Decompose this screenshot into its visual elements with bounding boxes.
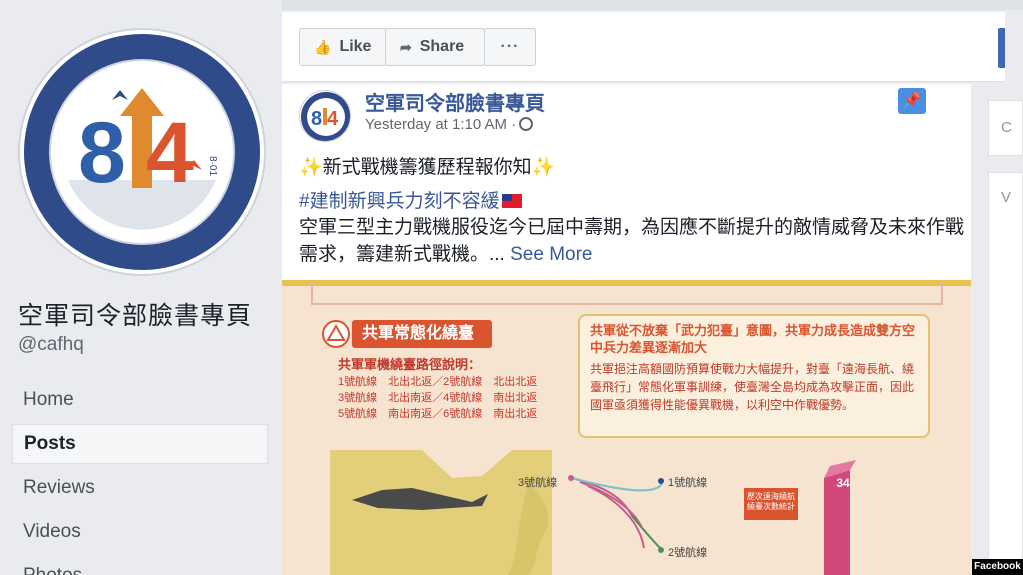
infographic-callout-box: 共軍從不放棄「武力犯臺」意圖，共軍力成長造成雙方空中兵力差異逐漸加大 共軍挹注高…	[578, 314, 930, 438]
globe-icon	[519, 117, 534, 131]
post-hashtag-line: #建制新興兵力刻不容緩	[299, 186, 522, 213]
route-label-3: 3號航線	[518, 477, 558, 489]
post-headline: ✨新式戰機籌獲歷程報你知✨	[299, 152, 555, 179]
svg-text:8: 8	[78, 105, 126, 201]
sparkles-icon: ✨	[299, 157, 323, 178]
facebook-watermark: Facebook	[972, 559, 1023, 575]
infographic-bar-value: 34	[836, 476, 850, 490]
route-row: 1號航線 北出北返／2號航線 北出北返	[338, 376, 538, 388]
see-more-link[interactable]: See More	[510, 244, 592, 265]
post-author-name[interactable]: 空軍司令部臉書專頁	[365, 87, 545, 116]
like-button[interactable]: 👍 Like	[299, 28, 387, 66]
route-label-2: 2號航線	[668, 547, 708, 559]
page-handle[interactable]: @cafhq	[18, 334, 84, 356]
air-force-814-logo-small: 8 4	[301, 92, 350, 141]
right-card-1-letter: C	[1001, 119, 1012, 136]
page-action-bar: 👍 Like ➦ Share ···	[282, 12, 1005, 82]
callout-text: 共軍挹注高額國防預算使戰力大幅提升，對臺「遠海長航、繞臺飛行」常態化軍事訓練，使…	[590, 362, 915, 412]
right-card-1: C	[988, 100, 1023, 156]
air-force-814-logo: 8 4 8·01	[24, 34, 260, 270]
nav-posts[interactable]: Posts	[12, 424, 268, 464]
infographic-route-list: 1號航線 北出北返／2號航線 北出北返 3號航線 北出南返／4號航線 南出北返 …	[338, 374, 558, 422]
nav-reviews[interactable]: Reviews	[12, 466, 268, 510]
post-timestamp[interactable]: Yesterday at 1:10 AM ·	[365, 116, 534, 133]
infographic-bar-caption: 歷次遠海繞航繞臺次數統計	[744, 488, 798, 520]
svg-text:8·01: 8·01	[207, 156, 218, 176]
post-time-text: Yesterday at 1:10 AM ·	[365, 116, 517, 133]
post-hashtag[interactable]: #建制新興兵力刻不容緩	[299, 191, 500, 212]
infographic-subtitle: 共軍軍機繞臺路徑說明：	[338, 357, 482, 372]
route-row: 3號航線 北出南返／4號航線 南出北返	[338, 392, 538, 404]
post-body: 空軍三型主力戰機服役迄今已屆中壽期，為因應不斷提升的敵情威脅及未來作戰需求，籌建…	[299, 214, 964, 268]
like-label: Like	[339, 38, 372, 55]
svg-text:4: 4	[327, 108, 339, 130]
page-name[interactable]: 空軍司令部臉書專頁	[18, 296, 252, 332]
route-label-1: 1號航線	[668, 477, 708, 489]
post-headline-text: 新式戰機籌獲歷程報你知	[322, 157, 532, 178]
page-profile-picture[interactable]: 8 4 8·01	[18, 28, 266, 276]
post-body-text: 空軍三型主力戰機服役迄今已屆中壽期，為因應不斷提升的敵情威脅及未來作戰需求，籌建…	[299, 217, 965, 265]
sparkles-icon: ✨	[531, 157, 556, 178]
post-author-avatar[interactable]: 8 4	[299, 90, 351, 142]
nav-home[interactable]: Home	[12, 378, 268, 422]
route-row: 5號航線 南出南返／6號航線 南出北返	[338, 408, 538, 420]
page-nav: Home Posts Reviews Videos Photos	[12, 378, 268, 575]
post-infographic-image[interactable]: 共軍常態化繞臺 共軍軍機繞臺路徑說明： 1號航線 北出北返／2號航線 北出北返 …	[282, 280, 971, 575]
right-card-2: V	[988, 172, 1023, 572]
right-column: C V	[988, 100, 1023, 575]
thumbs-up-icon: 👍	[314, 38, 332, 55]
nav-photos[interactable]: Photos	[12, 554, 268, 575]
pin-icon[interactable]: 📌	[898, 88, 926, 114]
nav-videos[interactable]: Videos	[12, 510, 268, 554]
warning-icon	[322, 320, 350, 348]
share-label: Share	[419, 38, 465, 55]
more-options-button[interactable]: ···	[484, 28, 536, 66]
share-arrow-icon: ➦	[400, 38, 412, 55]
infographic-title: 共軍常態化繞臺	[352, 320, 493, 348]
callout-heading: 共軍從不放棄「武力犯臺」意圖，共軍力成長造成雙方空中兵力差異逐漸加大	[590, 323, 916, 355]
pinned-post: 8 4 空軍司令部臉書專頁 Yesterday at 1:10 AM · 📌 ✨…	[282, 84, 971, 575]
page-sidebar: 8 4 8·01 空軍司令部臉書專頁 @cafhq Home Posts Rev…	[0, 0, 282, 575]
share-button[interactable]: ➦ Share	[385, 28, 485, 66]
primary-cta-button-edge[interactable]	[998, 28, 1005, 68]
taiwan-flag-icon	[501, 194, 522, 208]
svg-text:8: 8	[311, 108, 322, 130]
svg-text:4: 4	[146, 105, 194, 201]
right-card-2-letter: V	[1001, 189, 1012, 206]
